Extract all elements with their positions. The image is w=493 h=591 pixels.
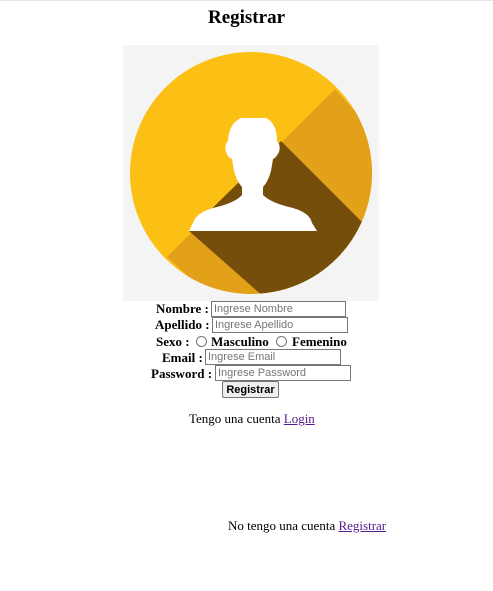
email-input[interactable]	[205, 349, 341, 365]
user-silhouette-icon	[130, 52, 372, 294]
page-title: Registrar	[207, 7, 286, 28]
femenino-label: Femenino	[292, 334, 347, 349]
sexo-label: Sexo :	[156, 334, 190, 349]
apellido-input[interactable]	[212, 317, 348, 333]
apellido-label: Apellido :	[155, 317, 210, 332]
register-link[interactable]: Registrar	[338, 518, 386, 533]
password-label: Password :	[151, 366, 213, 381]
login-prompt: Tengo una cuenta Login	[189, 411, 315, 427]
register-prompt: No tengo una cuenta Registrar	[228, 518, 386, 534]
login-prompt-text: Tengo una cuenta	[189, 411, 281, 426]
login-link[interactable]: Login	[284, 411, 315, 426]
nombre-input[interactable]	[211, 301, 346, 317]
registrar-button[interactable]: Registrar	[222, 381, 279, 398]
password-input[interactable]	[215, 365, 351, 381]
avatar-image	[123, 45, 379, 301]
femenino-radio[interactable]	[276, 336, 287, 347]
masculino-label: Masculino	[211, 334, 269, 349]
top-border	[0, 0, 493, 1]
nombre-label: Nombre :	[156, 301, 209, 316]
masculino-radio[interactable]	[196, 336, 207, 347]
email-label: Email :	[162, 350, 203, 365]
register-prompt-text: No tengo una cuenta	[228, 518, 336, 533]
